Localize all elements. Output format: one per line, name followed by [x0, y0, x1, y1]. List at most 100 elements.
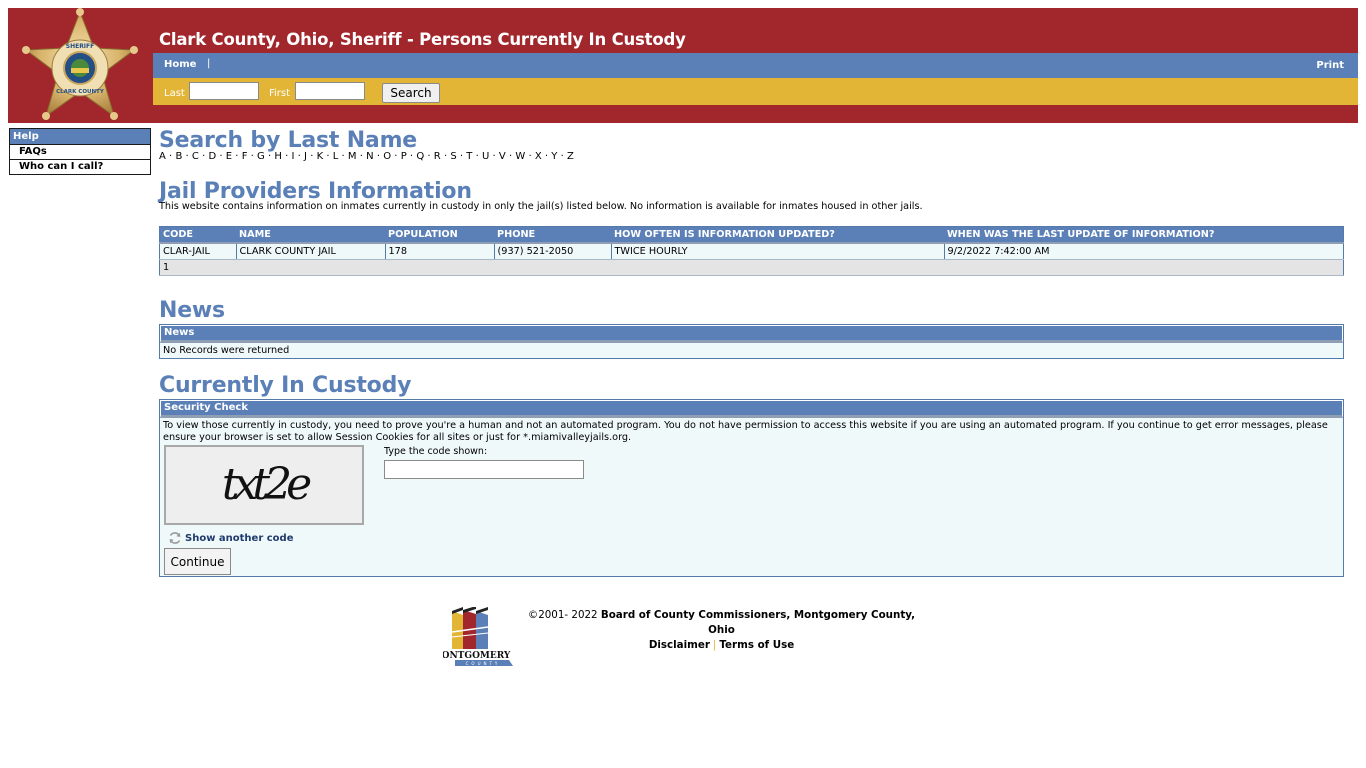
- site-title: Clark County, Ohio, Sheriff - Persons Cu…: [159, 30, 686, 49]
- letter-link-p[interactable]: P: [401, 151, 407, 162]
- footer: ©2001- 2022 Board of County Commissioner…: [519, 608, 924, 653]
- letter-link-a[interactable]: A: [159, 151, 166, 162]
- letter-link-t[interactable]: T: [466, 151, 472, 162]
- letter-link-b[interactable]: B: [175, 151, 182, 162]
- letter-separator: ·: [326, 151, 330, 162]
- letter-link-u[interactable]: U: [482, 151, 490, 162]
- cell-phone: (937) 521-2050: [493, 243, 611, 260]
- jail-providers-table: CODE NAME POPULATION PHONE HOW OFTEN IS …: [159, 226, 1344, 276]
- cell-population: 178: [384, 243, 494, 260]
- first-name-label: First: [269, 88, 291, 99]
- quick-search-bar: Last First Search: [153, 78, 1358, 105]
- cell-update-frequency: TWICE HOURLY: [610, 243, 944, 260]
- show-another-code-link[interactable]: Show another code: [185, 533, 293, 544]
- custody-section: Currently In Custody Security Check To v…: [159, 373, 1344, 577]
- last-name-input[interactable]: [189, 82, 259, 100]
- jail-providers-description: This website contains information on inm…: [159, 201, 923, 212]
- cell-last-update: 9/2/2022 7:42:00 AM: [943, 243, 1344, 260]
- sheriff-badge-logo: SHERIFF CLARK COUNTY: [22, 8, 138, 120]
- alphabet-links: A · B · C · D · E · F · G · H · I · J · K · L · M · N · O · P · Q · R · S · T ·…: [159, 151, 1344, 164]
- logo-subtext: COUNTY: [466, 661, 501, 666]
- letter-link-r[interactable]: R: [434, 151, 441, 162]
- letter-separator: ·: [297, 151, 302, 162]
- svg-text:CLARK COUNTY: CLARK COUNTY: [56, 89, 105, 95]
- footer-separator: |: [712, 639, 717, 651]
- footer-links: Disclaimer | Terms of Use: [519, 638, 924, 653]
- letter-link-x[interactable]: X: [535, 151, 542, 162]
- nav-bar: Home | Print: [153, 53, 1358, 78]
- security-check-title: Security Check: [160, 400, 1343, 418]
- letter-link-l[interactable]: L: [333, 151, 339, 162]
- copyright-line: ©2001- 2022 Board of County Commissioner…: [519, 608, 924, 638]
- letter-link-v[interactable]: V: [499, 151, 506, 162]
- letter-separator: ·: [285, 151, 289, 162]
- letter-separator: ·: [341, 151, 345, 162]
- letter-separator: ·: [475, 151, 479, 162]
- news-panel-title: News: [160, 325, 1343, 343]
- letter-link-g[interactable]: G: [257, 151, 265, 162]
- column-header-population: POPULATION: [385, 226, 494, 244]
- letter-separator: ·: [508, 151, 513, 162]
- letter-link-h[interactable]: H: [274, 151, 282, 162]
- letter-separator: ·: [459, 151, 464, 162]
- news-panel: News No Records were returned: [159, 324, 1344, 359]
- letter-separator: ·: [528, 151, 532, 162]
- custody-heading: Currently In Custody: [159, 373, 412, 398]
- letter-separator: ·: [544, 151, 549, 162]
- letter-separator: ·: [394, 151, 398, 162]
- column-header-name: NAME: [236, 226, 385, 244]
- nav-home-link[interactable]: Home: [164, 59, 196, 70]
- letter-separator: ·: [409, 151, 414, 162]
- sidebar-item-who-can-i-call[interactable]: Who can I call?: [10, 159, 150, 174]
- letter-separator: ·: [235, 151, 239, 162]
- letter-link-f[interactable]: F: [242, 151, 248, 162]
- sidebar-item-faqs[interactable]: FAQs: [10, 145, 150, 159]
- sidebar-heading: Help: [10, 129, 150, 145]
- news-empty-message: No Records were returned: [163, 345, 290, 356]
- nav-separator: |: [207, 58, 211, 69]
- letter-separator: ·: [219, 151, 223, 162]
- first-name-input[interactable]: [295, 82, 365, 100]
- letter-link-s[interactable]: S: [450, 151, 457, 162]
- pager-page-1[interactable]: 1: [159, 259, 1344, 276]
- letter-link-y[interactable]: Y: [551, 151, 557, 162]
- letter-separator: ·: [560, 151, 564, 162]
- logo-text: MONTGOMERY: [443, 651, 511, 661]
- nav-print-link[interactable]: Print: [1316, 60, 1344, 71]
- terms-of-use-link[interactable]: Terms of Use: [719, 639, 794, 651]
- column-header-phone: PHONE: [494, 226, 611, 244]
- letter-link-z[interactable]: Z: [567, 151, 574, 162]
- letter-link-m[interactable]: M: [348, 151, 357, 162]
- letter-separator: ·: [267, 151, 272, 162]
- letter-separator: ·: [443, 151, 448, 162]
- security-check-panel: Security Check To view those currently i…: [159, 399, 1344, 577]
- table-header-row: CODE NAME POPULATION PHONE HOW OFTEN IS …: [159, 226, 1344, 244]
- copyright-owner: Board of County Commissioners, Montgomer…: [600, 609, 916, 636]
- letter-separator: ·: [359, 151, 364, 162]
- table-pager-row: 1: [159, 259, 1344, 276]
- letter-link-w[interactable]: W: [515, 151, 525, 162]
- column-header-update-frequency: HOW OFTEN IS INFORMATION UPDATED?: [611, 226, 944, 244]
- svg-text:SHERIFF: SHERIFF: [66, 43, 95, 50]
- captcha-code-text: txt2e: [222, 459, 311, 510]
- disclaimer-link[interactable]: Disclaimer: [649, 639, 710, 651]
- news-heading: News: [159, 298, 225, 323]
- cell-code: CLAR-JAIL: [159, 243, 236, 260]
- search-button[interactable]: Search: [382, 83, 440, 103]
- code-label: Type the code shown:: [384, 446, 488, 457]
- column-header-code: CODE: [159, 226, 236, 244]
- continue-button[interactable]: Continue: [164, 548, 231, 575]
- letter-link-n[interactable]: N: [366, 151, 374, 162]
- captcha-code-input[interactable]: [384, 460, 584, 479]
- letter-link-c[interactable]: C: [192, 151, 199, 162]
- captcha-image: txt2e: [164, 445, 364, 525]
- site-header: SHERIFF CLARK COUNTY Clark County, Ohio,…: [8, 8, 1358, 123]
- letter-separator: ·: [427, 151, 431, 162]
- help-sidebar: Help FAQs Who can I call?: [9, 128, 151, 175]
- letter-separator: ·: [185, 151, 189, 162]
- cell-name: CLARK COUNTY JAIL: [235, 243, 385, 260]
- show-another-code[interactable]: Show another code: [168, 531, 293, 545]
- main-content: Search by Last Name A · B · C · D · E · F · G · H · I · J ·…: [159, 128, 1344, 577]
- letter-separator: ·: [492, 151, 496, 162]
- refresh-icon[interactable]: [168, 531, 182, 545]
